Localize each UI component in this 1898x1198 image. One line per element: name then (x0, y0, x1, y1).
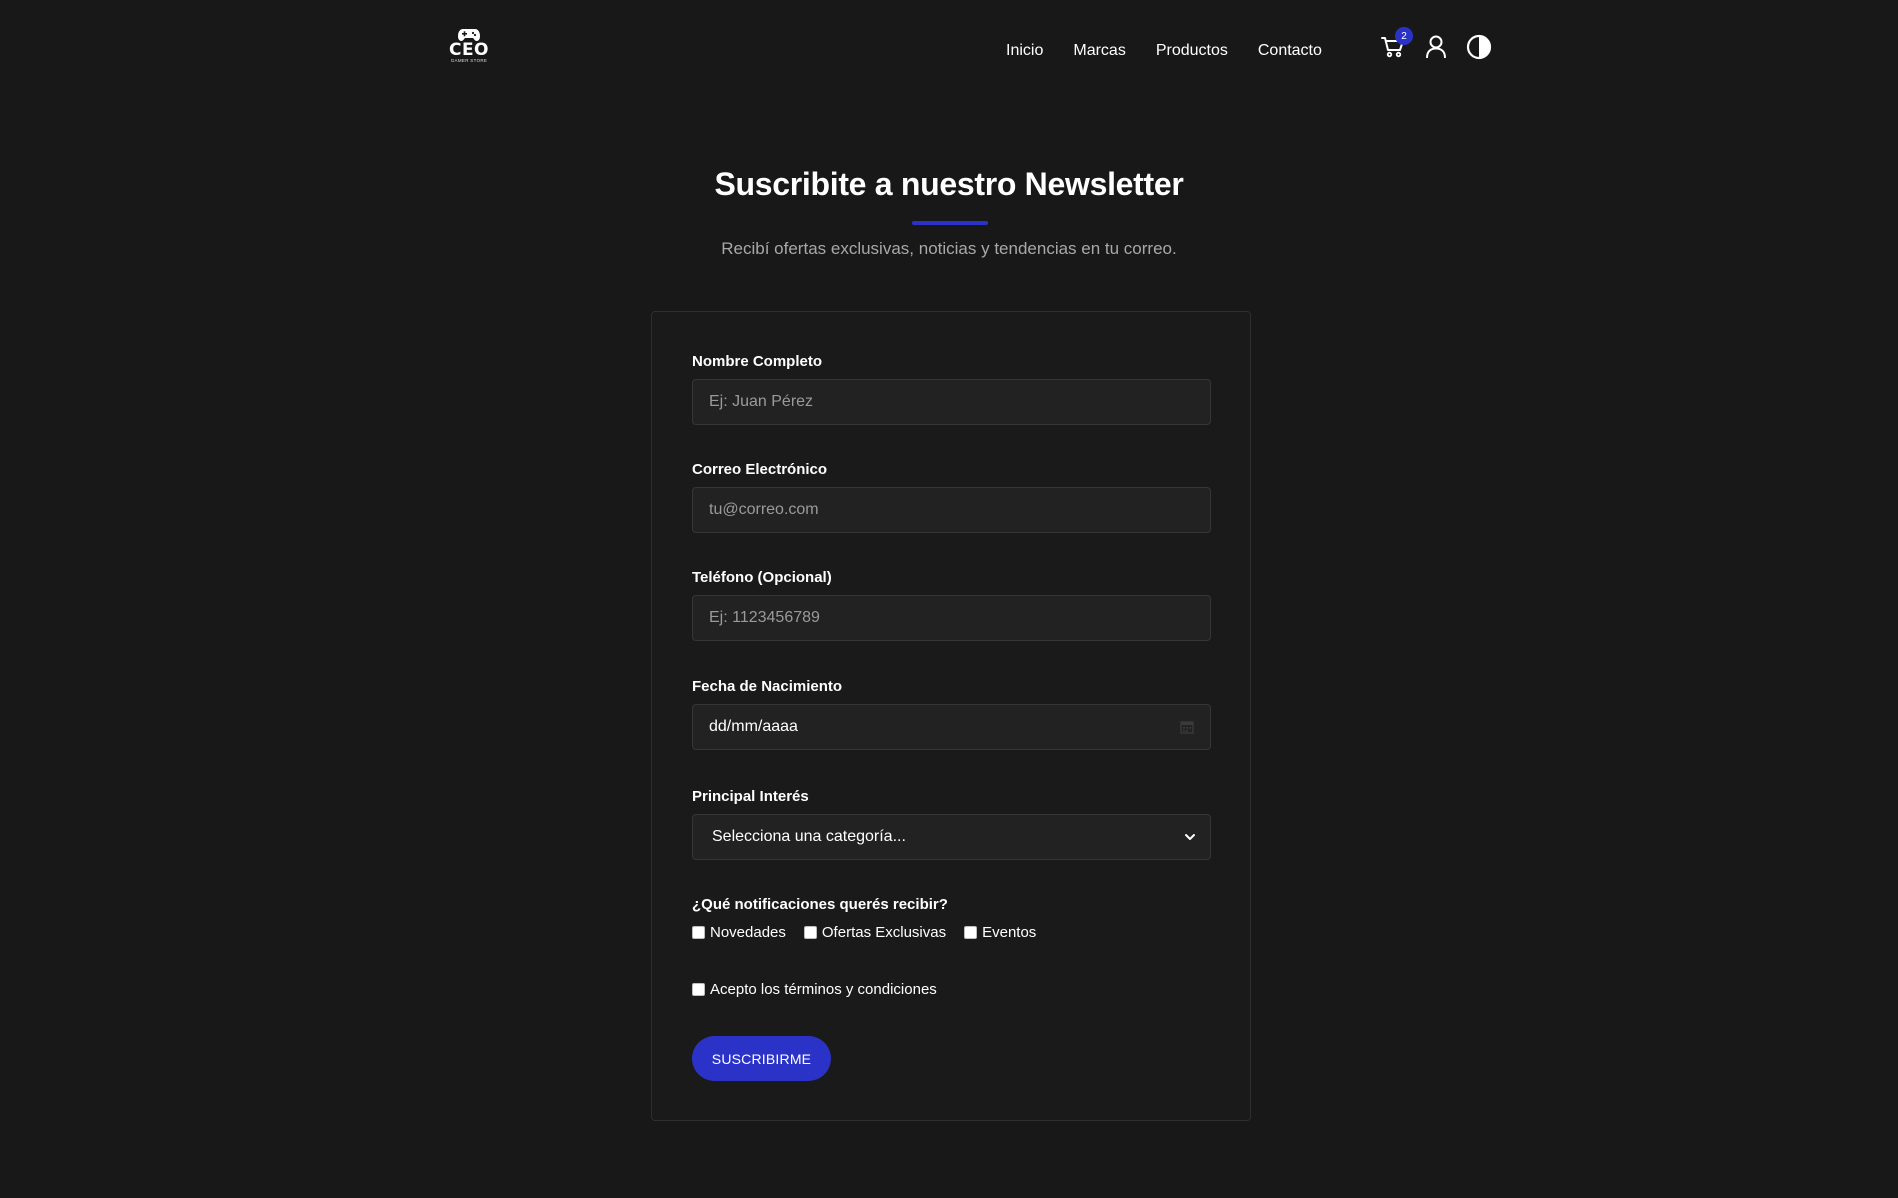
site-header: CEO GAMER STORE Inicio Marcas Productos … (0, 0, 1898, 100)
interest-label: Principal Interés (692, 788, 809, 805)
terms-label: Acepto los términos y condiciones (710, 981, 937, 998)
checkbox-label: Novedades (710, 924, 786, 941)
logo-subtext: GAMER STORE (450, 58, 488, 63)
user-button[interactable] (1421, 32, 1451, 62)
nav-link-inicio[interactable]: Inicio (1006, 40, 1043, 62)
name-label: Nombre Completo (692, 353, 823, 370)
newsletter-form: Nombre Completo Correo Electrónico Teléf… (651, 311, 1251, 1121)
user-icon (1426, 35, 1446, 59)
logo-text: CEO (448, 40, 490, 60)
title-underline (912, 221, 988, 225)
nav-link-productos[interactable]: Productos (1156, 40, 1228, 62)
subscribe-button[interactable]: SUSCRIBIRME (692, 1036, 831, 1081)
calendar-icon[interactable] (1180, 720, 1194, 734)
email-label: Correo Electrónico (692, 461, 828, 478)
interest-select[interactable]: Selecciona una categoría... (692, 814, 1211, 860)
phone-label: Teléfono (Opcional) (692, 569, 832, 586)
header-icons: 2 (1378, 27, 1507, 62)
birthdate-input[interactable]: dd/mm/aaaa (692, 704, 1211, 750)
cart-button[interactable]: 2 (1378, 27, 1413, 62)
theme-toggle-button[interactable] (1464, 32, 1494, 62)
interest-selected-value: Selecciona una categoría... (712, 828, 906, 845)
birthdate-label: Fecha de Nacimiento (692, 678, 843, 695)
terms-checkbox[interactable]: Acepto los términos y condiciones (692, 981, 937, 998)
checkbox[interactable] (692, 983, 705, 996)
terms-row: Acepto los términos y condiciones (692, 981, 955, 998)
page-subtitle: Recibí ofertas exclusivas, noticias y te… (721, 239, 1177, 258)
checkbox[interactable] (692, 926, 705, 939)
email-input[interactable] (692, 487, 1211, 533)
birthdate-value: dd/mm/aaaa (709, 718, 798, 735)
checkbox[interactable] (964, 926, 978, 939)
checkbox-label: Ofertas Exclusivas (821, 924, 947, 941)
theme-toggle-icon (1466, 34, 1492, 60)
name-input[interactable] (692, 379, 1211, 425)
logo[interactable]: CEO GAMER STORE (444, 28, 494, 72)
notifications-options: Novedades Ofertas Exclusivas Eventos (692, 924, 1054, 941)
page-title: Suscribite a nuestro Newsletter (714, 166, 1184, 202)
checkbox-label: Eventos (982, 924, 1037, 941)
notification-option-eventos[interactable]: Eventos (964, 924, 1036, 941)
nav-link-contacto[interactable]: Contacto (1258, 40, 1322, 62)
notification-option-ofertas[interactable]: Ofertas Exclusivas (803, 924, 947, 941)
main-nav: Inicio Marcas Productos Contacto (1006, 40, 1352, 62)
notification-option-novedades[interactable]: Novedades (692, 924, 786, 941)
cart-count-badge: 2 (1395, 27, 1413, 45)
chevron-down-icon (1185, 834, 1195, 840)
notifications-label: ¿Qué notificaciones querés recibir? (692, 896, 948, 913)
nav-link-marcas[interactable]: Marcas (1073, 40, 1125, 62)
checkbox[interactable] (803, 926, 817, 939)
phone-input[interactable] (692, 595, 1211, 641)
